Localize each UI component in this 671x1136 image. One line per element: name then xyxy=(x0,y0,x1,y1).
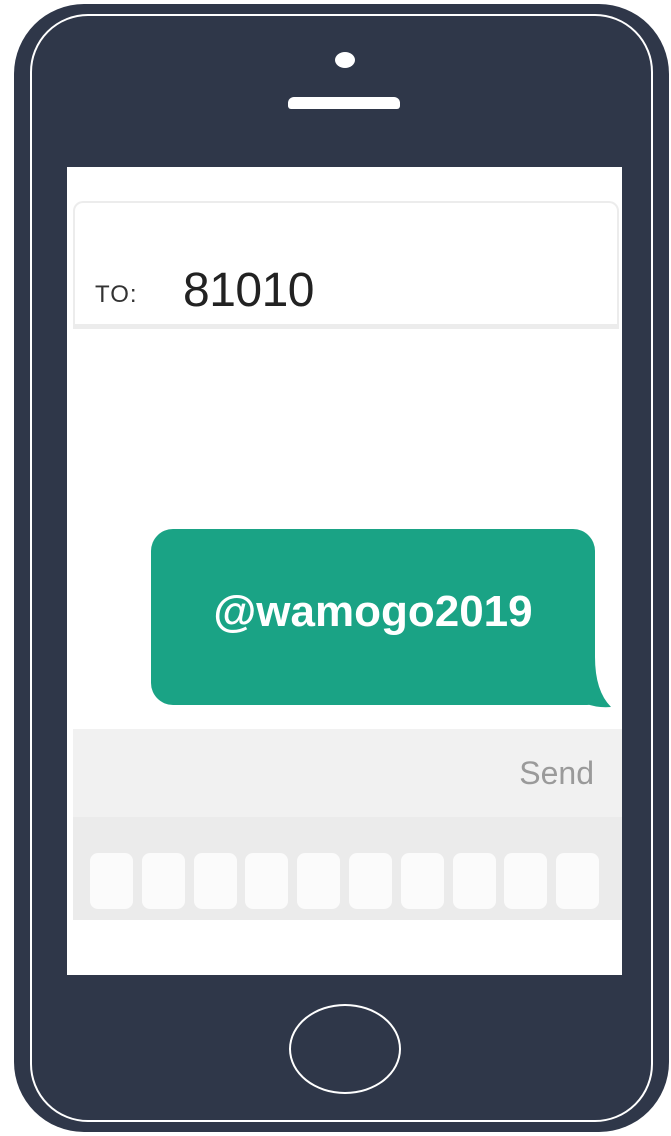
keyboard-key[interactable] xyxy=(141,853,185,909)
send-button[interactable]: Send xyxy=(519,755,594,792)
speaker-icon xyxy=(288,97,400,109)
keyboard-key[interactable] xyxy=(556,853,600,909)
recipient-number[interactable]: 81010 xyxy=(183,263,314,318)
to-field[interactable]: TO: 81010 xyxy=(73,201,619,329)
keyboard-key[interactable] xyxy=(452,853,496,909)
keyboard-key[interactable] xyxy=(400,853,444,909)
home-button-icon[interactable] xyxy=(289,1004,401,1094)
phone-screen: TO: 81010 @wamogo2019 Send xyxy=(67,167,622,975)
keyboard-key[interactable] xyxy=(297,853,341,909)
keyboard-key[interactable] xyxy=(90,853,133,909)
message-bubble: @wamogo2019 xyxy=(151,529,595,705)
keyboard xyxy=(73,817,622,920)
keyboard-key[interactable] xyxy=(349,853,392,909)
message-text: @wamogo2019 xyxy=(213,587,533,636)
keyboard-key[interactable] xyxy=(193,853,237,909)
keyboard-key[interactable] xyxy=(504,853,548,909)
keyboard-key[interactable] xyxy=(245,853,289,909)
composer-bar: Send xyxy=(73,729,622,817)
to-label: TO: xyxy=(95,281,138,308)
camera-icon xyxy=(335,52,355,68)
